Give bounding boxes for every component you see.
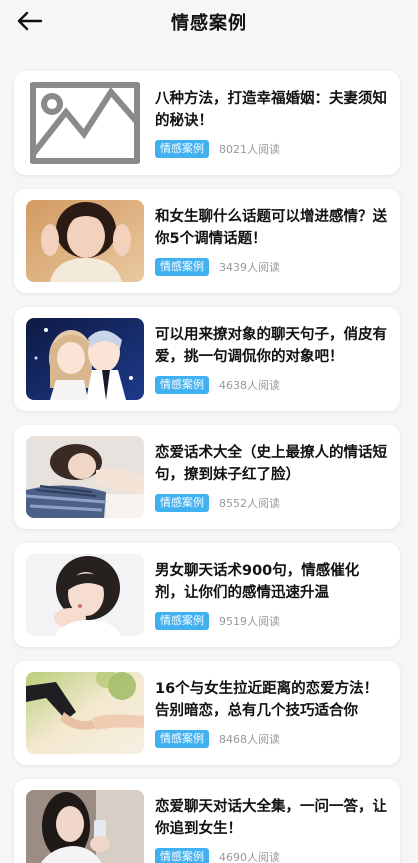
holding-hands-photo (26, 672, 144, 754)
article-meta: 情感案例 3439人阅读 (155, 258, 280, 276)
girl-short-hair-photo (26, 554, 144, 636)
anime-couple-illustration (26, 318, 144, 400)
article-card[interactable]: 八种方法，打造幸福婚姻：夫妻须知的秘诀！ 情感案例 8021人阅读 (14, 71, 400, 175)
article-thumbnail (26, 318, 144, 400)
read-count: 4690人阅读 (219, 851, 280, 863)
top-bar: 情感案例 (0, 0, 418, 44)
article-list: 八种方法，打造幸福婚姻：夫妻须知的秘诀！ 情感案例 8021人阅读 和女生聊什么… (14, 71, 400, 863)
article-meta: 情感案例 4638人阅读 (155, 376, 280, 394)
article-thumbnail (26, 82, 144, 164)
article-title: 恋爱聊天对话大全集，一问一答，让你追到女生！ (155, 799, 387, 837)
category-tag[interactable]: 情感案例 (155, 258, 209, 276)
category-tag[interactable]: 情感案例 (155, 140, 209, 158)
placeholder-image-icon (30, 82, 140, 164)
article-thumbnail (26, 554, 144, 636)
category-tag[interactable]: 情感案例 (155, 494, 209, 512)
article-thumbnail (26, 200, 144, 282)
category-tag[interactable]: 情感案例 (155, 848, 209, 863)
article-title: 和女生聊什么话题可以增进感情？送你5个调情话题！ (155, 209, 387, 247)
girl-on-pillow-photo (26, 436, 144, 518)
category-tag[interactable]: 情感案例 (155, 730, 209, 748)
article-meta: 情感案例 8468人阅读 (155, 730, 280, 748)
article-card[interactable]: 和女生聊什么话题可以增进感情？送你5个调情话题！ 情感案例 3439人阅读 (14, 189, 400, 293)
article-title: 八种方法，打造幸福婚姻：夫妻须知的秘诀！ (155, 91, 387, 129)
category-tag[interactable]: 情感案例 (155, 612, 209, 630)
read-count: 8468人阅读 (219, 733, 280, 746)
article-card[interactable]: 16个与女生拉近距离的恋爱方法！告别暗恋，总有几个技巧适合你 情感案例 8468… (14, 661, 400, 765)
article-title: 16个与女生拉近距离的恋爱方法！告别暗恋，总有几个技巧适合你 (155, 681, 379, 719)
article-title: 可以用来撩对象的聊天句子，俏皮有爱，挑一句调侃你的对象吧！ (155, 327, 387, 365)
article-meta: 情感案例 4690人阅读 (155, 848, 280, 863)
article-title: 男女聊天话术900句，情感催化剂，让你们的感情迅速升温 (155, 563, 360, 601)
article-thumbnail (26, 790, 144, 863)
category-tag[interactable]: 情感案例 (155, 376, 209, 394)
page-title: 情感案例 (171, 13, 247, 34)
read-count: 8552人阅读 (219, 497, 280, 510)
article-title: 恋爱话术大全（史上最撩人的情话短句，撩到妹子红了脸） (155, 445, 387, 483)
article-card[interactable]: 可以用来撩对象的聊天句子，俏皮有爱，挑一句调侃你的对象吧！ 情感案例 4638人… (14, 307, 400, 411)
article-thumbnail (26, 436, 144, 518)
read-count: 3439人阅读 (219, 261, 280, 274)
article-meta: 情感案例 8552人阅读 (155, 494, 280, 512)
article-card[interactable]: 男女聊天话术900句，情感催化剂，让你们的感情迅速升温 情感案例 9519人阅读 (14, 543, 400, 647)
read-count: 8021人阅读 (219, 143, 280, 156)
article-meta: 情感案例 9519人阅读 (155, 612, 280, 630)
article-thumbnail (26, 672, 144, 754)
read-count: 9519人阅读 (219, 615, 280, 628)
article-card[interactable]: 恋爱聊天对话大全集，一问一答，让你追到女生！ 情感案例 4690人阅读 (14, 779, 400, 863)
read-count: 4638人阅读 (219, 379, 280, 392)
article-meta: 情感案例 8021人阅读 (155, 140, 280, 158)
article-card[interactable]: 恋爱话术大全（史上最撩人的情话短句，撩到妹子红了脸） 情感案例 8552人阅读 (14, 425, 400, 529)
girl-portrait-photo (26, 200, 144, 282)
girl-with-phone-photo (26, 790, 144, 863)
